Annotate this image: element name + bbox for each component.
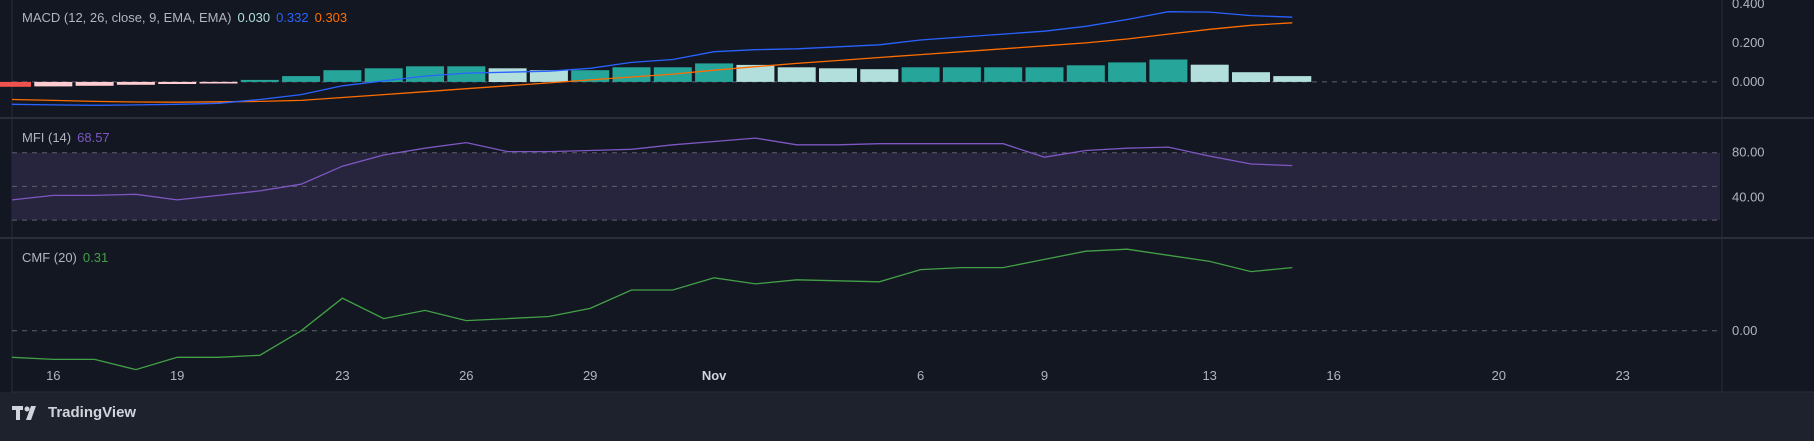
cmf-legend: CMF (20) 0.31 <box>22 250 108 265</box>
mfi-value: 68.57 <box>77 130 110 145</box>
time-axis-tick-label: 6 <box>917 368 924 383</box>
macd-histogram-bar <box>819 68 857 82</box>
macd-histogram-bar <box>860 69 899 82</box>
macd-histogram-bar <box>695 63 734 82</box>
time-axis-tick-label: 26 <box>459 368 473 383</box>
time-axis-tick-label: 16 <box>1326 368 1340 383</box>
chart-area[interactable]: 0.000 0.200 0.400 40.00 80.00 0.00 16 19 23 26 29 N… <box>0 0 1814 436</box>
cmf-label: CMF (20) <box>22 250 77 265</box>
macd-tick-label: 0.400 <box>1732 0 1765 11</box>
macd-histogram-bar <box>612 67 651 82</box>
macd-histogram-bar <box>323 70 362 82</box>
time-axis-tick-label: 13 <box>1202 368 1216 383</box>
brand-label: TradingView <box>48 404 137 421</box>
macd-histogram-bar <box>1066 65 1105 82</box>
cmf-value: 0.31 <box>82 250 109 265</box>
time-axis-tick-label: Nov <box>702 368 727 383</box>
macd-histogram-bar <box>984 67 1023 82</box>
mfi-legend: MFI (14) 68.57 <box>22 130 110 145</box>
macd-histogram-bar <box>1232 72 1270 82</box>
macd-hist-value: 0.030 <box>237 10 271 25</box>
macd-histogram-bar <box>901 67 940 82</box>
macd-histogram-bar <box>1273 76 1312 82</box>
time-axis-tick-label: 29 <box>583 368 597 383</box>
macd-histogram-bar <box>158 81 197 84</box>
time-axis-tick-label: 23 <box>335 368 349 383</box>
macd-histogram-bar <box>240 79 279 82</box>
mfi-tick-label: 40.00 <box>1732 190 1765 205</box>
time-axis-tick-label: 23 <box>1615 368 1629 383</box>
macd-line-value: 0.332 <box>276 10 309 25</box>
macd-label: MACD (12, 26, close, 9, EMA, EMA) <box>22 10 232 25</box>
macd-histogram-bar <box>199 81 238 84</box>
time-axis-tick-label: 20 <box>1492 368 1506 383</box>
footer-background <box>0 392 1814 436</box>
macd-histogram-bar <box>0 81 31 87</box>
time-axis-tick-label: 9 <box>1041 368 1048 383</box>
macd-tick-label: 0.000 <box>1732 74 1765 89</box>
macd-histogram-bar <box>488 68 527 82</box>
tradingview-logo[interactable]: TradingView <box>12 404 136 421</box>
mfi-tick-label: 80.00 <box>1732 145 1765 160</box>
tradingview-logo-icon <box>12 405 36 420</box>
cmf-tick-label: 0.00 <box>1732 323 1757 338</box>
macd-histogram-bar <box>777 67 816 82</box>
time-axis-tick-label: 19 <box>170 368 184 383</box>
macd-histogram-bar <box>282 76 321 82</box>
macd-legend: MACD (12, 26, close, 9, EMA, EMA) 0.030 0.… <box>22 10 347 25</box>
macd-histogram-bar <box>1025 67 1064 82</box>
macd-histogram-bar <box>1190 64 1229 82</box>
macd-histogram-bar <box>1149 59 1188 82</box>
macd-histogram-bar <box>406 66 444 82</box>
mfi-label: MFI (14) <box>22 130 72 145</box>
macd-signal-value: 0.303 <box>314 10 348 25</box>
macd-histogram-bar <box>75 81 114 86</box>
time-axis-tick-label: 16 <box>46 368 60 383</box>
macd-histogram-bar <box>116 81 155 85</box>
macd-histogram-bar <box>34 81 73 87</box>
indicator-chart[interactable]: 0.000 0.200 0.400 40.00 80.00 0.00 16 19 23 26 29 N… <box>0 0 1814 436</box>
macd-histogram-bar <box>942 67 981 82</box>
macd-tick-label: 0.200 <box>1732 35 1765 50</box>
macd-histogram-bar <box>1108 62 1147 82</box>
